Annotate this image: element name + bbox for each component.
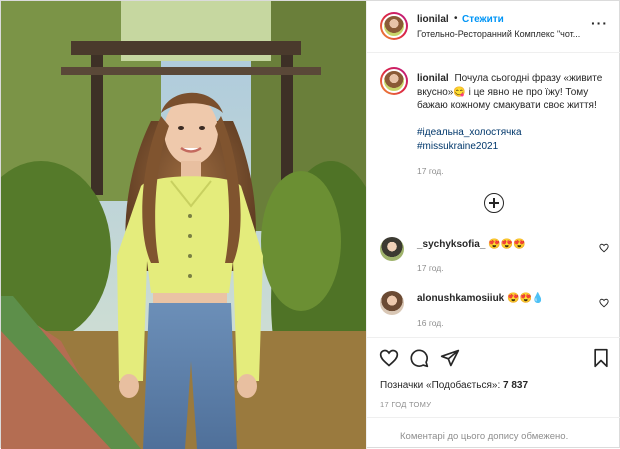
comment-username[interactable]: alonushkamosiiuk — [417, 293, 504, 304]
comment-icon[interactable] — [409, 348, 429, 368]
post-caption: lionilal Почула сьогодні фразу «живите в… — [417, 72, 613, 113]
post-timestamp[interactable]: 17 ГОД ТОМУ — [380, 400, 431, 409]
comment-username[interactable]: _sychyksofia_ — [417, 239, 485, 250]
post-header: lionilal • Стежити Готельно-Ресторанний … — [367, 1, 620, 53]
bookmark-icon[interactable] — [591, 348, 611, 368]
post-photo[interactable] — [1, 1, 366, 449]
likes-label: Позначки «Подобається»: — [380, 380, 504, 391]
comments-restricted-notice: Коментарі до цього допису обмежено. — [400, 431, 569, 442]
likes-count[interactable]: Позначки «Подобається»: 7 837 — [380, 380, 528, 391]
heart-icon[interactable] — [599, 298, 609, 308]
post-dialog: lionilal • Стежити Готельно-Ресторанний … — [0, 0, 620, 449]
post-side-panel: lionilal • Стежити Готельно-Ресторанний … — [366, 1, 620, 449]
author-username[interactable]: lionilal — [417, 14, 449, 25]
more-horizontal-icon[interactable]: ··· — [591, 16, 608, 30]
caption-author-avatar[interactable] — [380, 67, 408, 95]
plus-circle-icon[interactable] — [484, 193, 504, 213]
hashtag-link[interactable]: #missukraine2021 — [417, 140, 522, 154]
likes-number: 7 837 — [503, 380, 529, 391]
heart-icon[interactable] — [599, 243, 609, 253]
heart-icon[interactable] — [379, 348, 399, 368]
comment-time[interactable]: 16 год. — [417, 318, 444, 328]
comment-text: 😍😍💧 — [507, 293, 545, 304]
comment-item: alonushkamosiiuk 😍😍💧 — [417, 293, 544, 304]
follow-button[interactable]: Стежити — [462, 14, 504, 25]
commenter-avatar[interactable] — [380, 291, 404, 315]
photo-illustration — [1, 1, 366, 449]
author-avatar[interactable] — [380, 12, 408, 40]
caption-username[interactable]: lionilal — [417, 73, 449, 84]
comment-item: _sychyksofia_ 😍😍😍 — [417, 239, 526, 250]
comments-footer: Коментарі до цього допису обмежено. — [367, 417, 620, 449]
location-link[interactable]: Готельно-Ресторанний Комплекс "чот... — [417, 29, 585, 39]
caption-time[interactable]: 17 год. — [417, 166, 444, 176]
separator-dot: • — [454, 13, 458, 24]
comment-text: 😍😍😍 — [488, 239, 526, 250]
hashtag-list: #ідеальна_холостячка #missukraine2021 — [417, 126, 522, 154]
commenter-avatar[interactable] — [380, 237, 404, 261]
action-bar-divider — [367, 337, 620, 338]
share-icon[interactable] — [440, 348, 460, 368]
comment-time[interactable]: 17 год. — [417, 263, 444, 273]
hashtag-link[interactable]: #ідеальна_холостячка — [417, 126, 522, 140]
